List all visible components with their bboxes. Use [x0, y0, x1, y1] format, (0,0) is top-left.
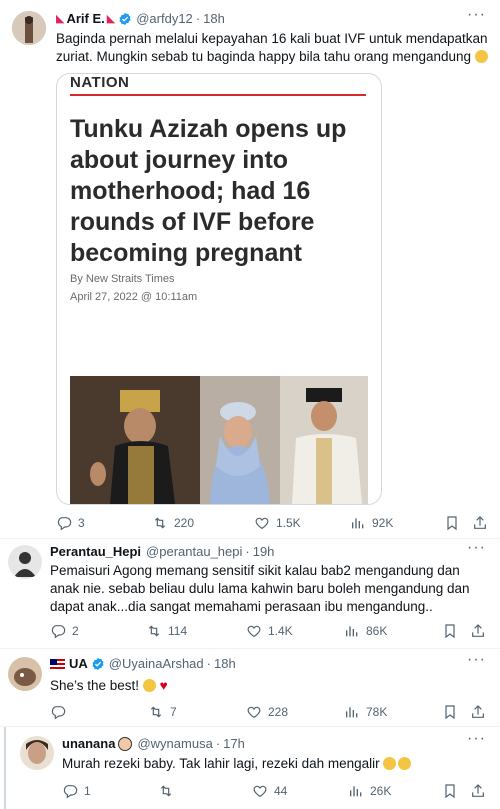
article-date: April 27, 2022 @ 10:11am [70, 291, 198, 303]
pleading-face-emoji-icon [474, 50, 488, 63]
malaysia-flag-icon [50, 658, 65, 669]
red-heart-icon: ♥ [159, 678, 168, 693]
bookmark-icon [442, 623, 458, 639]
share-icon [470, 704, 486, 720]
smiling-halo-emoji-icon [383, 757, 397, 770]
timestamp[interactable]: 17h [223, 736, 245, 751]
reply-icon [56, 515, 72, 531]
more-options-icon[interactable]: ··· [467, 651, 486, 669]
retweet-button[interactable]: 114 [146, 623, 187, 639]
separator-dot: · [245, 544, 250, 559]
reply-button[interactable]: 2 [50, 623, 79, 639]
separator-dot: · [215, 736, 221, 751]
reply-button[interactable]: 3 [56, 515, 85, 531]
separator-dot: · [206, 656, 211, 671]
like-button[interactable]: 1.4K [246, 623, 293, 639]
like-button[interactable]: 1.5K [254, 515, 301, 531]
share-button[interactable] [470, 783, 492, 799]
watermelon-icon: ◣ [56, 13, 65, 25]
article-headline: Tunku Azizah opens up about journey into… [70, 115, 347, 267]
article-section: NATION [70, 74, 130, 91]
avatar[interactable] [8, 657, 42, 691]
reply-icon [62, 783, 78, 799]
reply-icon [50, 704, 66, 720]
handle[interactable]: @wynamusa [137, 736, 212, 751]
timestamp[interactable]: 18h [203, 11, 225, 26]
retweet-button[interactable] [158, 783, 180, 799]
article-byline: By New Straits Times [70, 273, 175, 285]
retweet-icon [158, 783, 174, 799]
more-options-icon[interactable]: ··· [467, 6, 486, 24]
watermelon-icon: ◣ [106, 13, 116, 25]
views-button[interactable]: 86K [344, 623, 387, 639]
retweet-button[interactable]: 7 [148, 704, 177, 720]
bookmark-icon [442, 704, 458, 720]
bookmark-button[interactable] [442, 783, 464, 799]
views-icon [344, 623, 360, 639]
handle[interactable]: @arfdy12 [136, 11, 193, 26]
more-options-icon[interactable]: ··· [467, 539, 486, 557]
heart-icon [252, 783, 268, 799]
display-name[interactable]: UA [69, 656, 88, 671]
share-button[interactable] [470, 704, 492, 720]
woman-emoji-icon [118, 736, 133, 751]
avatar[interactable] [12, 11, 46, 45]
avatar[interactable] [20, 736, 54, 770]
tweet-main[interactable]: ◣ Arif E. ◣ @arfdy12 · 18h ··· Baginda p… [0, 0, 500, 540]
views-icon [344, 704, 360, 720]
bookmark-icon [444, 515, 460, 531]
verified-badge-icon [118, 12, 132, 26]
reply-icon [50, 623, 66, 639]
timestamp[interactable]: 18h [214, 656, 236, 671]
tweet-text: Baginda pernah melalui kepayahan 16 kali… [56, 31, 488, 64]
heart-icon [254, 515, 270, 531]
retweet-icon [148, 704, 164, 720]
share-icon [470, 783, 486, 799]
views-icon [348, 783, 364, 799]
reply-tweet[interactable]: Perantau_Hepi @perantau_hepi · 19h ··· P… [0, 539, 500, 647]
article-photo [70, 376, 368, 504]
retweet-icon [152, 515, 168, 531]
avatar[interactable] [8, 545, 42, 579]
reply-tweet[interactable]: unanana @wynamusa · 17h ··· Murah rezeki… [0, 727, 500, 809]
views-button[interactable]: 78K [344, 704, 387, 720]
share-button[interactable] [472, 515, 494, 531]
more-options-icon[interactable]: ··· [467, 730, 486, 748]
section-divider [70, 94, 366, 96]
display-name[interactable]: Perantau_Hepi [50, 544, 141, 559]
display-name[interactable]: Arif E. [66, 11, 104, 26]
views-button[interactable]: 26K [348, 783, 391, 799]
views-button[interactable]: 92K [350, 515, 393, 531]
share-icon [472, 515, 488, 531]
share-icon [470, 623, 486, 639]
bookmark-icon [442, 783, 458, 799]
share-button[interactable] [470, 623, 492, 639]
handle[interactable]: @perantau_hepi [146, 544, 242, 559]
timestamp[interactable]: 19h [253, 544, 275, 559]
reply-button[interactable] [50, 704, 72, 720]
verified-badge-icon [91, 657, 105, 671]
bookmark-button[interactable] [442, 704, 464, 720]
bookmark-button[interactable] [442, 623, 464, 639]
like-button[interactable]: 44 [252, 783, 287, 799]
heart-icon [246, 623, 262, 639]
retweet-button[interactable]: 220 [152, 515, 194, 531]
views-icon [350, 515, 366, 531]
smiling-halo-emoji-icon [398, 757, 412, 770]
reply-button[interactable]: 1 [62, 783, 91, 799]
like-button[interactable]: 228 [246, 704, 288, 720]
retweet-icon [146, 623, 162, 639]
pleading-face-emoji-icon [142, 679, 156, 692]
tweet-text: She’s the best! ♥ [50, 678, 168, 693]
bookmark-button[interactable] [444, 515, 466, 531]
tweet-text: Murah rezeki baby. Tak lahir lagi, rezek… [62, 755, 500, 773]
heart-icon [246, 704, 262, 720]
article-card[interactable]: NATION Tunku Azizah opens up about journ… [56, 73, 382, 505]
display-name[interactable]: unanana [62, 736, 115, 751]
reply-tweet[interactable]: UA @UyainaArshad · 18h ··· She’s the bes… [0, 649, 500, 724]
tweet-text: Pemaisuri Agong memang sensitif sikit ka… [50, 563, 470, 614]
handle[interactable]: @UyainaArshad [109, 656, 204, 671]
separator-dot: · [195, 11, 201, 26]
